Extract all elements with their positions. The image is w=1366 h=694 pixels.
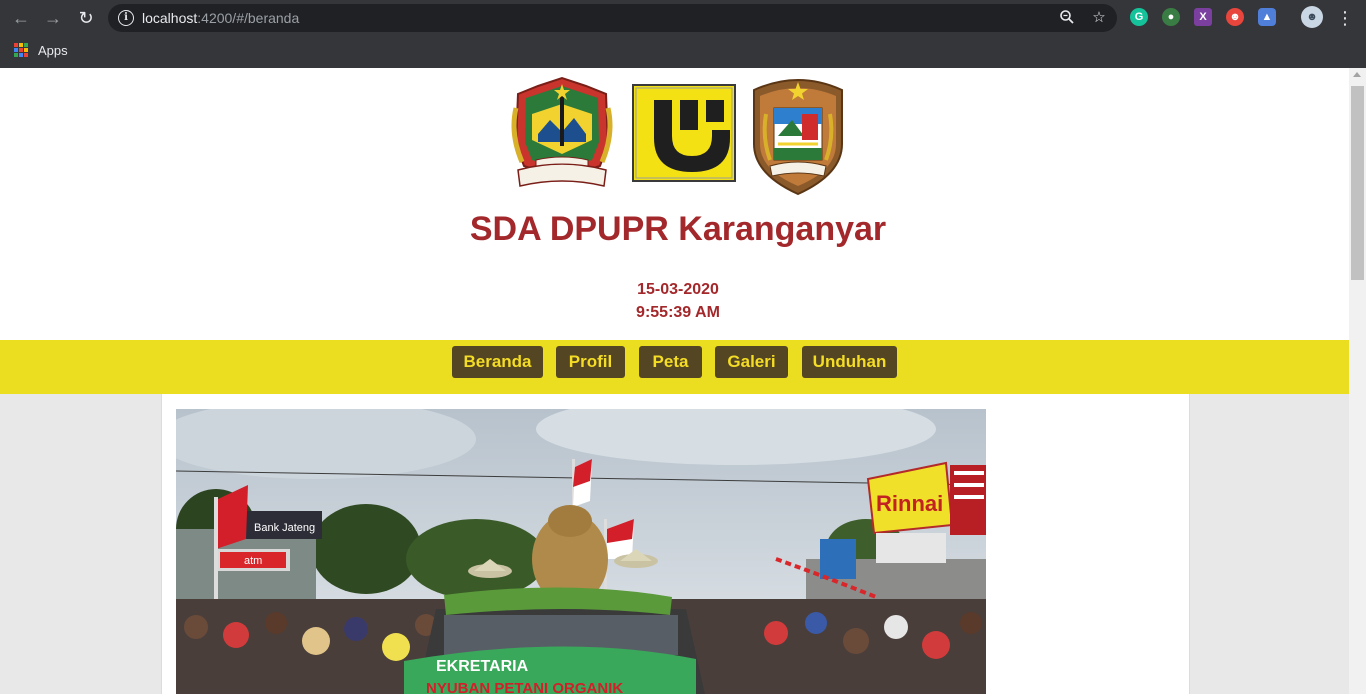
forward-arrow-icon[interactable]: →	[41, 6, 65, 30]
zoom-icon[interactable]	[1058, 9, 1076, 27]
profile-avatar[interactable]: ☻	[1301, 6, 1323, 28]
main-nav: Beranda Profil Peta Galeri Unduhan	[0, 340, 1349, 394]
back-arrow-icon[interactable]: ←	[9, 6, 33, 30]
site-header: SDA DPUPR Karanganyar 15-03-2020 9:55:39…	[0, 68, 1349, 340]
globe-extension-icon[interactable]: ●	[1162, 8, 1180, 26]
shield-extension-icon[interactable]: ▲	[1258, 8, 1276, 26]
page-scrollbar[interactable]	[1349, 68, 1366, 694]
pu-logo	[632, 84, 736, 182]
address-bar[interactable]: i localhost:4200/#/beranda ☆	[108, 4, 1117, 32]
url-text[interactable]: localhost:4200/#/beranda	[142, 10, 299, 26]
x-extension-icon[interactable]: X	[1194, 8, 1212, 26]
apps-icon[interactable]	[14, 43, 28, 57]
featured-photo: Bank Jateng atm Rinnai EKRETARIA NYUBAN …	[176, 409, 986, 694]
scrollbar-thumb[interactable]	[1351, 86, 1364, 280]
bookmarks-bar: Apps	[0, 36, 1366, 68]
nav-button-galeri[interactable]: Galeri	[715, 346, 788, 378]
page-viewport: SDA DPUPR Karanganyar 15-03-2020 9:55:39…	[0, 68, 1349, 694]
apps-bookmark[interactable]: Apps	[38, 43, 68, 58]
rinnai-sign: Rinnai	[876, 491, 943, 516]
banner-top-text: EKRETARIA	[436, 658, 529, 675]
bookmark-star-icon[interactable]: ☆	[1090, 9, 1108, 27]
jawa-tengah-logo	[508, 74, 616, 192]
browser-menu-icon[interactable]: ⋮	[1333, 6, 1357, 30]
karanganyar-logo	[748, 74, 848, 196]
face-extension-icon[interactable]: ☻	[1226, 8, 1244, 26]
current-date: 15-03-2020	[637, 281, 719, 298]
scroll-up-arrow-icon[interactable]	[1353, 72, 1361, 77]
nav-button-unduhan[interactable]: Unduhan	[802, 346, 897, 378]
nav-button-profil[interactable]: Profil	[556, 346, 625, 378]
current-time: 9:55:39 AM	[636, 304, 720, 321]
url-host: localhost	[142, 10, 198, 26]
main-content: Bank Jateng atm Rinnai EKRETARIA NYUBAN …	[161, 394, 1190, 694]
atm-sign: atm	[244, 555, 262, 567]
site-info-icon[interactable]: i	[118, 10, 134, 26]
browser-toolbar: ← → ↻ i localhost:4200/#/beranda ☆ G ● X…	[0, 0, 1366, 36]
grammarly-extension-icon[interactable]: G	[1130, 8, 1148, 26]
reload-icon[interactable]: ↻	[74, 6, 98, 30]
browser-chrome: ← → ↻ i localhost:4200/#/beranda ☆ G ● X…	[0, 0, 1366, 68]
banner-bottom-text: NYUBAN PETANI ORGANIK	[426, 680, 623, 694]
site-title: SDA DPUPR Karanganyar	[469, 210, 887, 248]
bank-sign: Bank Jateng	[254, 522, 315, 534]
url-path: :4200/#/beranda	[197, 10, 300, 26]
nav-button-beranda[interactable]: Beranda	[452, 346, 543, 378]
nav-button-peta[interactable]: Peta	[639, 346, 702, 378]
